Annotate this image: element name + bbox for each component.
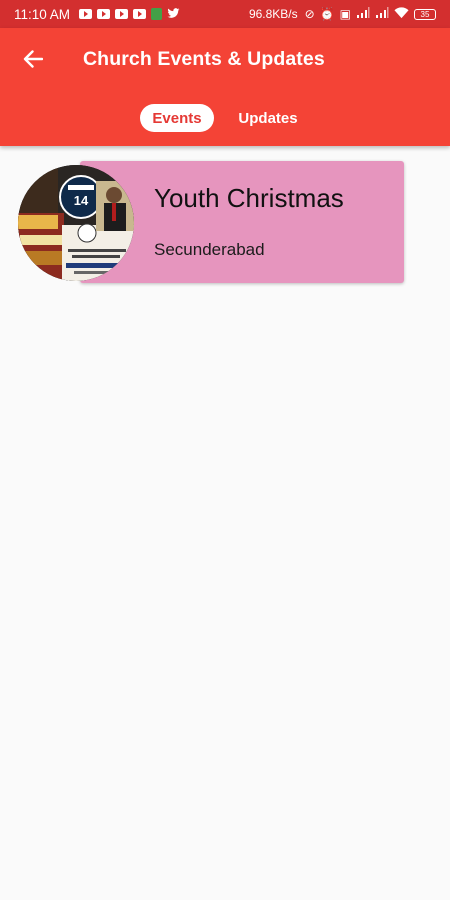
app-bar: Church Events & Updates Events Updates	[0, 28, 450, 146]
message-icon: ▣	[339, 7, 351, 21]
status-bar: 11:10 AM 96.8KB/s ⊘ ⏰ ▣ 35	[0, 0, 450, 28]
status-time: 11:10 AM	[14, 6, 71, 22]
youtube-icon	[133, 9, 147, 19]
wifi-icon	[394, 6, 409, 22]
youtube-icon	[115, 9, 129, 19]
status-left: 11:10 AM	[14, 7, 180, 22]
signal-icon	[375, 6, 389, 22]
event-location: Secunderabad	[154, 240, 265, 259]
youtube-icon	[97, 9, 111, 19]
event-thumbnail: 14	[18, 165, 134, 281]
thumbnail-date-number: 14	[74, 193, 89, 208]
event-card[interactable]: 14 Youth Christmas Secunderabad	[18, 161, 404, 283]
page-title: Church Events & Updates	[83, 48, 325, 70]
signal-icon	[356, 6, 370, 22]
arrow-left-icon	[23, 49, 44, 73]
back-button[interactable]	[18, 46, 48, 76]
network-speed: 96.8KB/s	[248, 7, 298, 21]
event-name: Youth Christmas	[154, 183, 344, 213]
data-saver-icon: ⊘	[304, 7, 315, 21]
app-notification-icon	[151, 8, 163, 20]
youtube-icon	[79, 9, 93, 19]
status-right: 96.8KB/s ⊘ ⏰ ▣ 35	[248, 6, 436, 22]
battery-icon: 35	[414, 8, 436, 20]
tab-bar: Events Updates	[0, 104, 450, 136]
alarm-icon: ⏰	[319, 7, 335, 21]
twitter-icon	[167, 7, 180, 22]
tab-events[interactable]: Events	[140, 104, 214, 132]
tab-updates[interactable]: Updates	[228, 104, 308, 132]
